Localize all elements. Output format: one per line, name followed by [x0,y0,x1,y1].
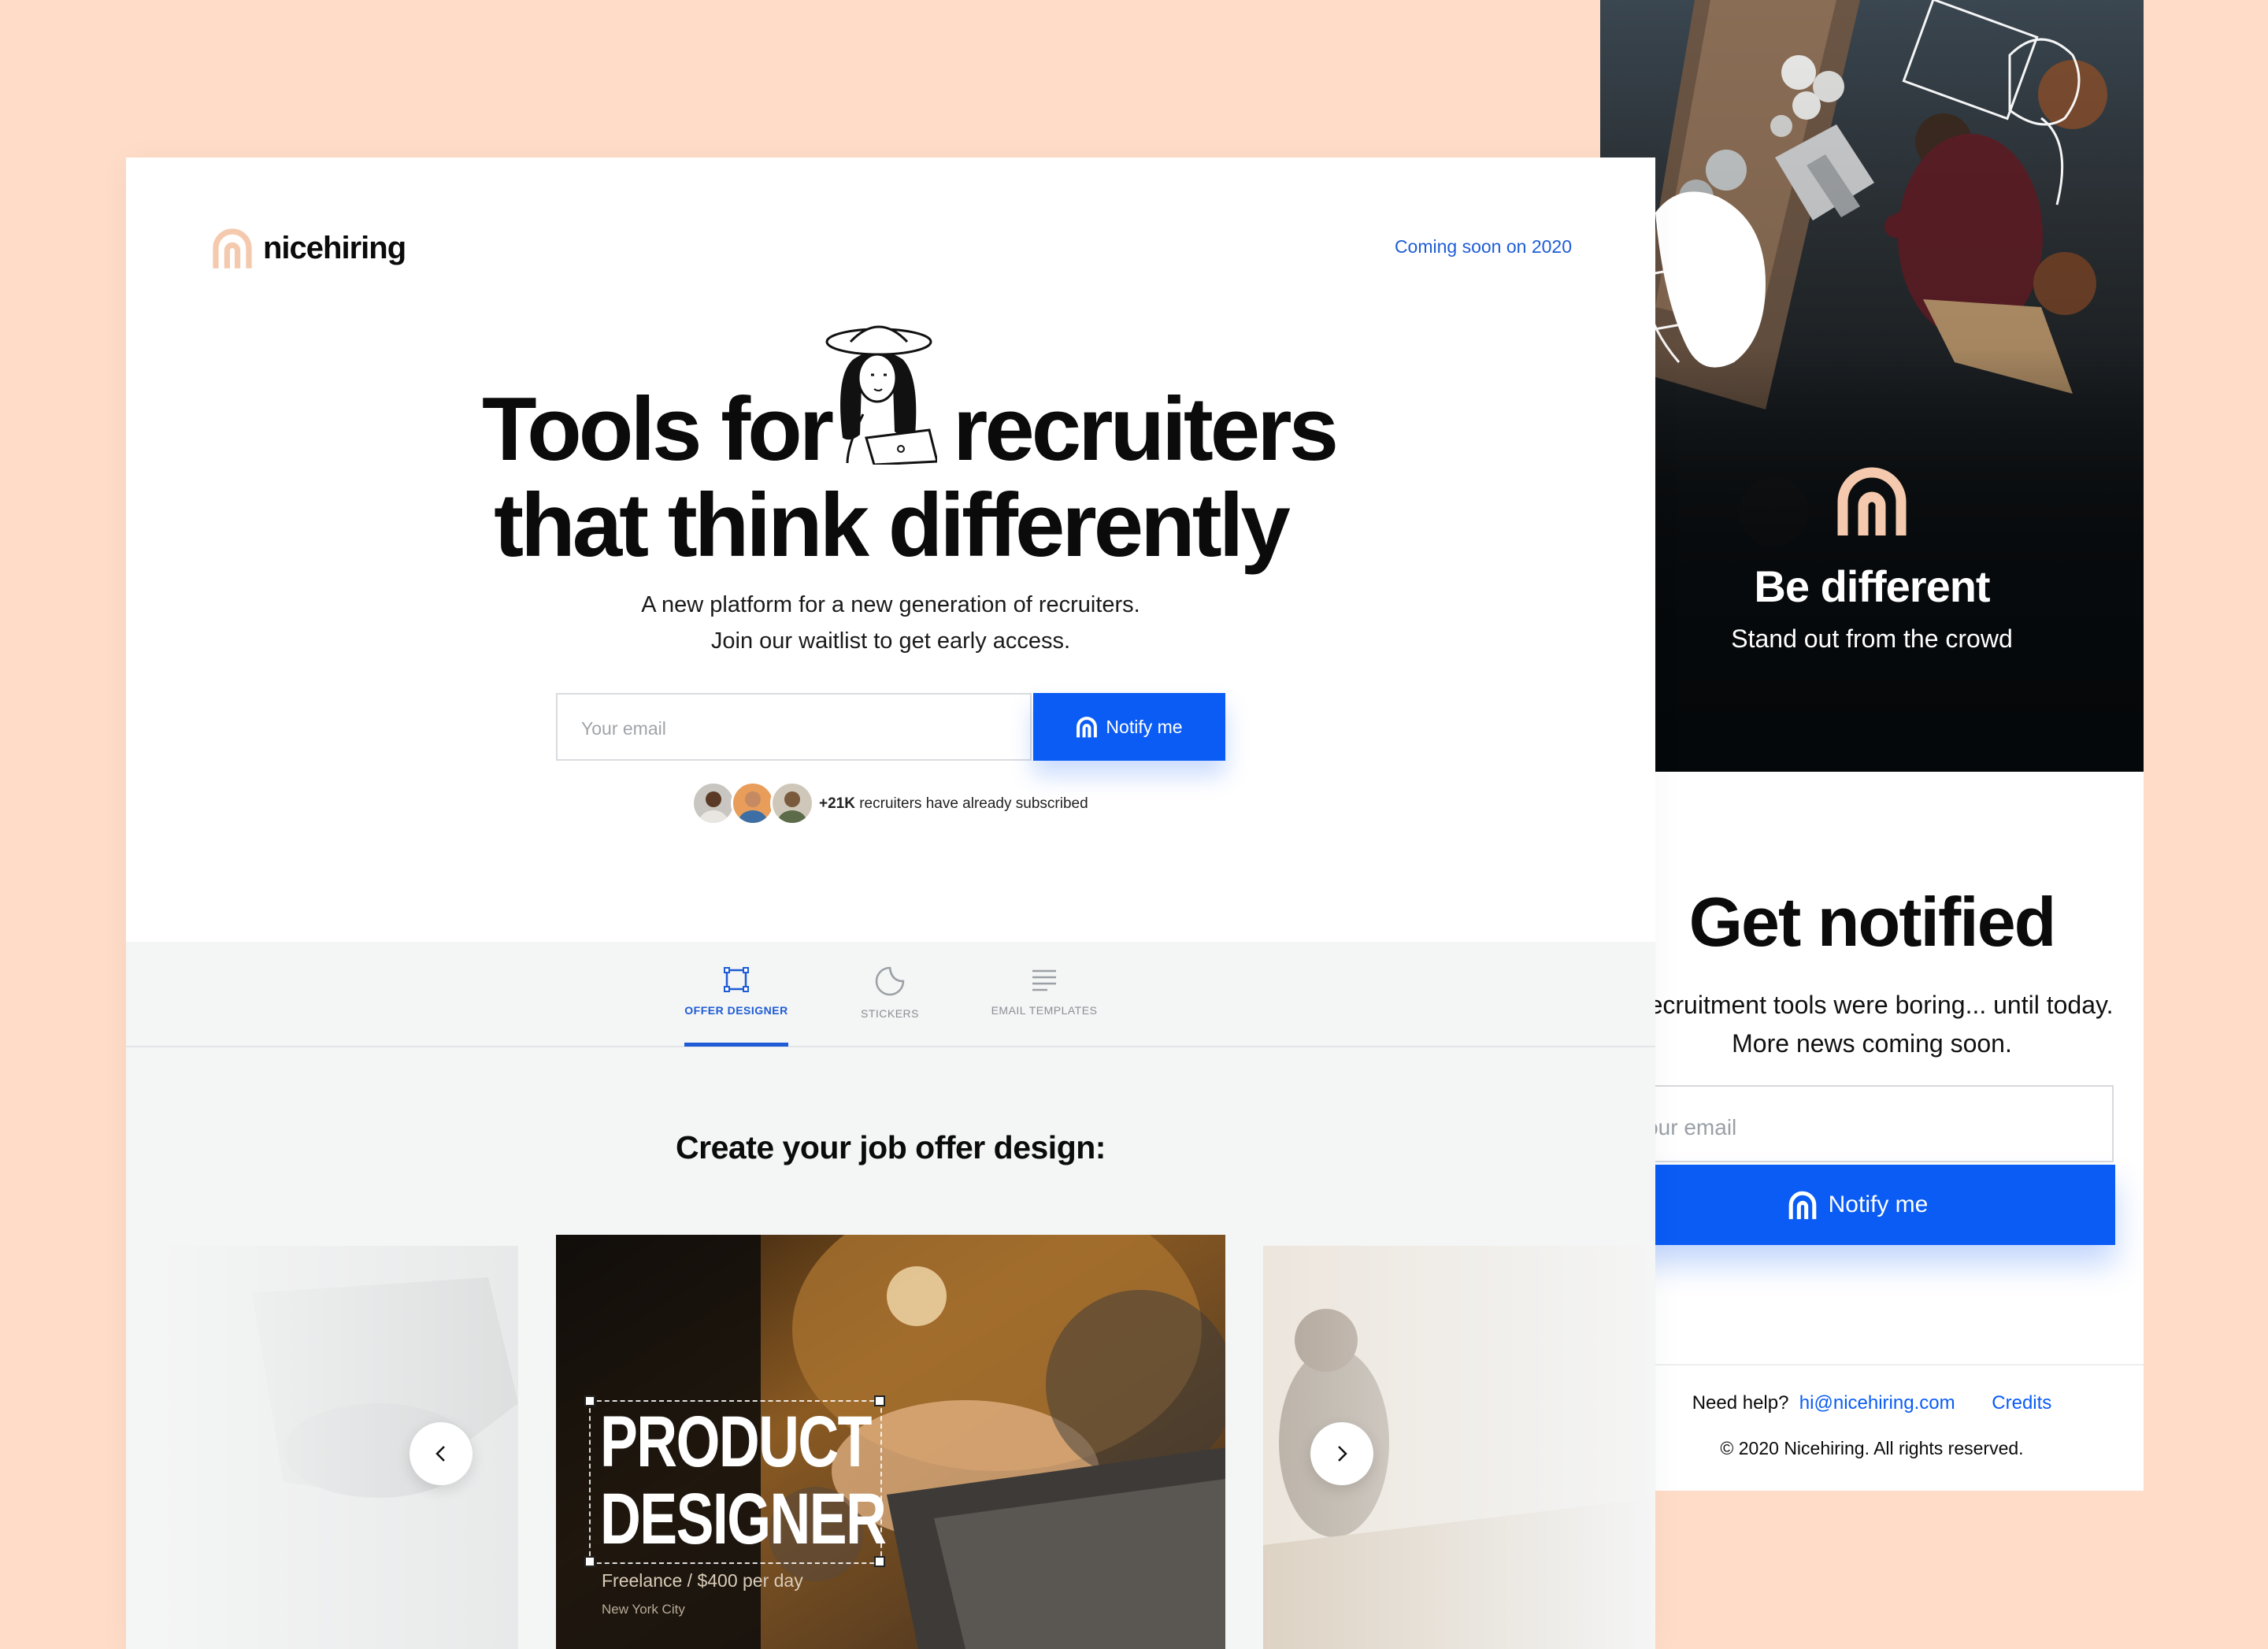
arch-logo-icon [213,228,252,269]
tab-label: OFFER DESIGNER [684,1004,788,1017]
subscriber-avatars [691,781,814,825]
frame-icon [724,967,749,992]
avatar [691,781,736,825]
avatar [731,781,775,825]
help-row: Need help? hi@nicehiring.com Credits [1600,1392,2144,1414]
arch-logo-icon [1077,717,1098,738]
tabs-divider [126,1046,1655,1047]
notify-button[interactable]: Notify me [1033,693,1225,761]
subtitle-line-2: More news coming soon. [1732,1029,2012,1058]
lines-icon [1032,969,1056,991]
sticker-icon [875,966,905,996]
avatar [770,781,814,825]
get-notified-subtitle: Recruitment tools were boring... until t… [1600,986,2144,1063]
brand-name: nicehiring [263,230,406,265]
headline-word-1: Tools for [482,380,834,480]
subtitle-line-1: Recruitment tools were boring... until t… [1630,991,2114,1019]
tab-email-templates[interactable]: EMAIL TEMPLATES [965,965,1123,1017]
tab-stickers[interactable]: STICKERS [811,965,969,1020]
tab-label: EMAIL TEMPLATES [991,1004,1098,1017]
job-title-line-2: DESIGNER [600,1479,887,1559]
arch-logo-icon [1837,467,1907,535]
headline-word-2: recruiters [953,380,1339,480]
mobile-hero: Be different Stand out from the crowd [1600,0,2144,772]
mobile-email-field[interactable]: Your email [1600,1085,2114,1162]
coming-soon-text: Coming soon on 2020 [1394,236,1572,257]
get-notified-title: Get notified [1688,883,2057,961]
job-title[interactable]: PRODUCT DESIGNER [600,1402,887,1559]
carousel-prev-button[interactable] [410,1422,472,1485]
carousel-next-button[interactable] [1310,1422,1373,1485]
subscriber-label: recruiters have already subscribed [859,795,1088,812]
mobile-notify-label: Notify me [1828,1191,1929,1217]
slide-current[interactable]: PRODUCT DESIGNER Freelance / $400 per da… [556,1235,1225,1649]
mobile-preview: Be different Stand out from the crowd Ge… [1600,0,2144,1491]
job-title-line-1: PRODUCT [600,1402,872,1482]
job-location: New York City [602,1602,685,1617]
recruiter-illustration [825,325,937,465]
job-subtitle: Freelance / $400 per day [602,1570,803,1591]
subtitle-line-2: Join our waitlist to get early access. [710,628,1071,654]
active-tab-indicator [684,1043,788,1047]
email-field[interactable]: Your email [556,693,1032,761]
help-label: Need help? [1692,1392,1789,1414]
subtitle-line-1: A new platform for a new generation of r… [641,592,1140,617]
hero-title: Be different [1754,561,1990,611]
headline-line-2: that think differently [494,476,1291,576]
notify-label: Notify me [1106,716,1183,737]
arch-logo-icon [1788,1191,1816,1220]
tab-label: STICKERS [860,1007,919,1020]
desktop-preview: nicehiring Coming soon on 2020 Tools for… [126,157,1655,1649]
hero-subtitle: Stand out from the crowd [1731,624,2013,653]
resize-handle[interactable] [584,1556,595,1567]
hero-photo [1600,0,2144,772]
credits-link[interactable]: Credits [1992,1392,2051,1414]
chevron-right-icon [1338,1446,1347,1462]
subscriber-count: +21K [819,795,855,812]
brand-logo[interactable]: nicehiring [211,227,406,269]
copyright: © 2020 Nicehiring. All rights reserved. [1720,1438,2024,1458]
section-title: Create your job offer design: [676,1129,1106,1165]
chevron-left-icon [435,1446,445,1462]
footer-divider [1600,1364,2144,1366]
mobile-notify-button[interactable]: Notify me [1600,1165,2115,1245]
help-email-link[interactable]: hi@nicehiring.com [1799,1392,1955,1414]
resize-handle[interactable] [584,1395,595,1406]
tab-offer-designer[interactable]: OFFER DESIGNER [658,965,815,1017]
subscribers-text: +21K recruiters have already subscribed [819,795,1088,813]
